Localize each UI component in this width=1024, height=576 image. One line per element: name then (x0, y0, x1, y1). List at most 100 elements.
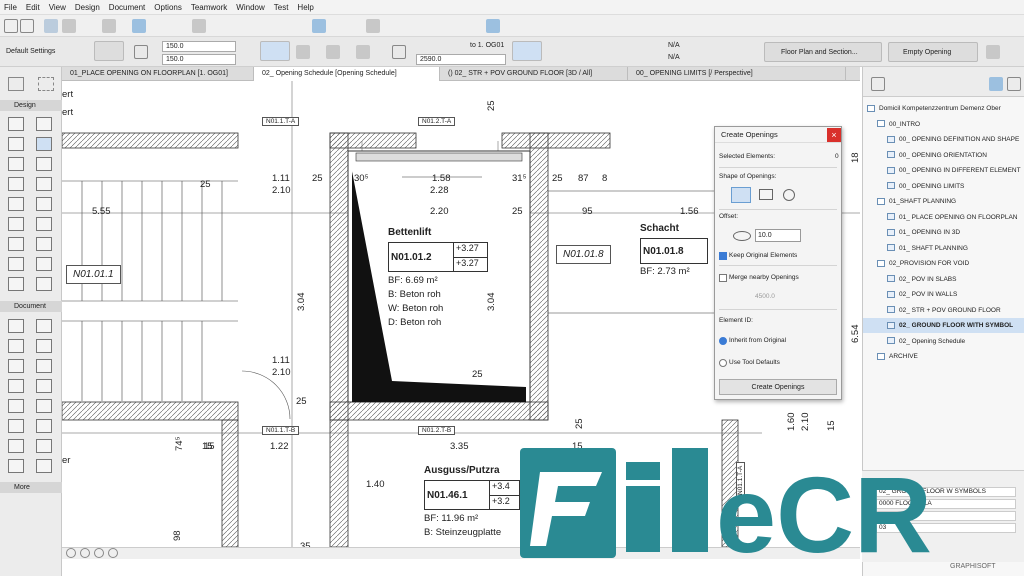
undo-icon[interactable] (4, 19, 18, 33)
document-tool-icon[interactable] (36, 379, 52, 393)
pan-icon[interactable] (108, 548, 118, 558)
menu-item-options[interactable]: Options (154, 3, 182, 12)
shape-custom-button[interactable] (731, 187, 751, 203)
design-tool-icon[interactable] (36, 177, 52, 191)
elevation-field[interactable]: 2590.0 (416, 54, 506, 65)
document-tool-icon[interactable] (36, 319, 52, 333)
document-tool-icon[interactable] (8, 359, 24, 373)
project-map-icon[interactable] (871, 77, 885, 91)
height-field[interactable]: 150.0 (162, 54, 236, 65)
snap-guide-icon[interactable] (132, 19, 146, 33)
design-tool-icon[interactable] (8, 177, 24, 191)
renovation-icon[interactable] (486, 19, 500, 33)
fit-view-icon[interactable] (94, 548, 104, 558)
design-tool-icon[interactable] (36, 117, 52, 131)
view-tab[interactable]: 01_PLACE OPENING ON FLOORPLAN [1. OG01] (62, 67, 254, 81)
document-tool-icon[interactable] (8, 339, 24, 353)
more-section-header[interactable]: More (0, 482, 62, 493)
design-tool-icon[interactable] (8, 217, 24, 231)
design-tool-icon[interactable] (8, 237, 24, 251)
design-tool-icon[interactable] (36, 217, 52, 231)
room-stamp-bettenlift[interactable]: Bettenlift N01.01.2 +3.27 +3.27 BF: 6.69… (388, 227, 488, 328)
navigator-item[interactable]: 00_ OPENING ORIENTATION (863, 148, 1024, 163)
zoom-out-icon[interactable] (80, 548, 90, 558)
opening-type-icon[interactable] (356, 45, 370, 59)
document-tool-icon[interactable] (36, 339, 52, 353)
width-field[interactable]: 150.0 (162, 41, 236, 52)
menu-item-test[interactable]: Test (274, 3, 289, 12)
shape-rect-button[interactable] (759, 189, 773, 200)
design-tool-icon[interactable] (36, 197, 52, 211)
navigator-item[interactable]: 00_ OPENING LIMITS (863, 179, 1024, 194)
perpendicular-icon[interactable] (326, 45, 340, 59)
document-tool-icon[interactable] (8, 319, 24, 333)
document-tool-icon[interactable] (36, 439, 52, 453)
document-tool-icon[interactable] (8, 379, 24, 393)
extrusion-button[interactable] (512, 41, 542, 61)
view-tab[interactable]: 00_ OPENING LIMITS [/ Perspective] (628, 67, 846, 81)
document-tool-icon[interactable] (36, 399, 52, 413)
document-tool-icon[interactable] (36, 419, 52, 433)
menu-item-view[interactable]: View (49, 3, 66, 12)
navigator-item[interactable]: 02_ POV IN WALLS (863, 287, 1024, 302)
room-stamp-schacht[interactable]: Schacht N01.01.8 BF: 2.73 m² (640, 223, 720, 277)
merge-checkbox[interactable] (719, 274, 727, 282)
design-tool-icon[interactable] (8, 257, 24, 271)
document-tool-icon[interactable] (36, 459, 52, 473)
section-icon[interactable] (366, 19, 380, 33)
navigator-item[interactable]: ARCHIVE (863, 349, 1024, 364)
navigator-item[interactable]: 00_INTRO (863, 117, 1024, 132)
anchor-button[interactable] (260, 41, 290, 61)
eyedropper-icon[interactable] (62, 19, 76, 33)
navigator-item[interactable]: 00_ OPENING DEFINITION AND SHAPE (863, 132, 1024, 147)
document-tool-icon[interactable] (8, 459, 24, 473)
design-tool-icon[interactable] (36, 237, 52, 251)
view-tab[interactable]: 02_ Opening Schedule [Opening Schedule] (254, 67, 440, 81)
shape-circle-button[interactable] (783, 189, 795, 201)
navigator-item[interactable]: Domicil Kompetenzzentrum Demenz Ober (863, 101, 1024, 116)
design-tool-icon[interactable] (8, 157, 24, 171)
arrow-tool-icon[interactable] (8, 77, 24, 91)
menu-item-teamwork[interactable]: Teamwork (191, 3, 227, 12)
close-icon[interactable]: × (827, 128, 841, 142)
floor-plan-section-button[interactable]: Floor Plan and Section... (764, 42, 882, 62)
navigator-item[interactable]: 02_ Opening Schedule (863, 334, 1024, 349)
navigator-item[interactable]: 02_ GROUND FLOOR WITH SYMBOL (863, 318, 1024, 333)
navigator-item[interactable]: 02_PROVISION FOR VOID (863, 256, 1024, 271)
document-tool-icon[interactable] (36, 359, 52, 373)
marquee-tool-icon[interactable] (38, 77, 54, 91)
teamwork-icon[interactable] (986, 45, 1000, 59)
menu-item-window[interactable]: Window (236, 3, 264, 12)
na-field-2[interactable]: N/A (668, 54, 680, 61)
document-section-header[interactable]: Document (0, 301, 62, 312)
document-tool-icon[interactable] (8, 419, 24, 433)
design-tool-icon[interactable] (8, 197, 24, 211)
design-tool-icon[interactable] (36, 257, 52, 271)
design-tool-icon[interactable] (36, 277, 52, 291)
layers-icon[interactable] (312, 19, 326, 33)
grid-icon[interactable] (192, 19, 206, 33)
menu-item-edit[interactable]: Edit (26, 3, 40, 12)
design-tool-icon[interactable] (8, 277, 24, 291)
document-tool-icon[interactable] (8, 439, 24, 453)
view-map-icon[interactable] (989, 77, 1003, 91)
zoom-in-icon[interactable] (66, 548, 76, 558)
navigator-item[interactable]: 00_ OPENING IN DIFFERENT ELEMENT (863, 163, 1024, 178)
na-field-1[interactable]: N/A (668, 42, 680, 49)
create-openings-button[interactable]: Create Openings (719, 379, 837, 395)
design-section-header[interactable]: Design (0, 100, 62, 111)
design-tool-icon[interactable] (36, 137, 52, 151)
parallel-icon[interactable] (296, 45, 310, 59)
design-tool-icon[interactable] (8, 117, 24, 131)
navigator-item[interactable]: 01_ PLACE OPENING ON FLOORPLAN (863, 210, 1024, 225)
geometry-method-button[interactable] (94, 41, 124, 61)
story-link[interactable]: to 1. OG01 (470, 42, 504, 49)
navigator-item[interactable]: 01_ OPENING IN 3D (863, 225, 1024, 240)
use-defaults-radio[interactable] (719, 359, 727, 367)
document-tool-icon[interactable] (8, 399, 24, 413)
navigator-item[interactable]: 02_ STR + POV GROUND FLOOR (863, 303, 1024, 318)
design-tool-icon[interactable] (36, 157, 52, 171)
menu-item-document[interactable]: Document (109, 3, 145, 12)
navigator-item[interactable]: 01_SHAFT PLANNING (863, 194, 1024, 209)
inherit-radio[interactable] (719, 337, 727, 345)
